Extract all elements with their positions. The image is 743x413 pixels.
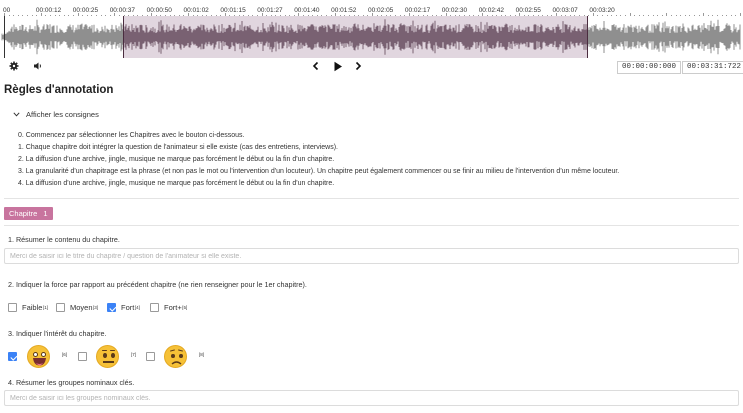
chapter-number: 1	[43, 209, 48, 218]
gear-icon[interactable]	[9, 61, 19, 75]
option-label: Faible	[22, 303, 43, 312]
option-moyen[interactable]: Moyen [3]	[56, 303, 98, 312]
timeline-tick-label: 00:00:12	[35, 7, 62, 14]
question-1-label: 1. Résumer le contenu du chapitre.	[8, 235, 120, 244]
total-time-display: 00:03:31:722	[682, 61, 743, 74]
option-sup: [1]	[42, 305, 48, 310]
option-sup: [6]	[62, 352, 68, 357]
show-instructions-label: Afficher les consignes	[26, 110, 99, 119]
chapter-button[interactable]: Chapitre 1	[4, 207, 53, 220]
audio-waveform[interactable]	[0, 16, 743, 58]
chapter-summary-input[interactable]	[4, 248, 739, 264]
timeline-ruler[interactable]: 00 00:00:12 00:00:25 00:00:37 00:00:50 00:01:…	[0, 0, 743, 17]
question-3-label: 3. Indiquer l'intérêt du chapitre.	[8, 329, 107, 338]
player-controls: 00:00:00:000 00:03:31:722	[0, 60, 743, 76]
speaker-icon[interactable]	[33, 61, 43, 75]
current-time-display: 00:00:00:000	[617, 61, 682, 74]
playback-cursor[interactable]	[4, 16, 5, 58]
option-label: Moyen	[70, 303, 93, 312]
chapter-label: Chapitre	[9, 209, 38, 218]
neutral-face-icon	[96, 345, 119, 368]
instruction-item: 1. Chaque chapitre doit intégrer la ques…	[18, 144, 339, 151]
play-icon[interactable]	[333, 61, 343, 76]
option-sup: [7]	[131, 352, 137, 357]
option-sup: [4]	[134, 305, 140, 310]
option-fort-plus[interactable]: Fort+ [5]	[150, 303, 187, 312]
smiling-face-icon	[27, 345, 50, 368]
checkbox-fort-plus[interactable]	[150, 303, 159, 312]
chevron-right-icon[interactable]	[354, 61, 362, 75]
option-fort[interactable]: Fort [4]	[107, 303, 140, 312]
question-4-label: 4. Résumer les groupes nominaux clés.	[8, 378, 135, 387]
checkbox-fort[interactable]	[107, 303, 116, 312]
question-2-label: 2. Indiquer la force par rapport au préc…	[8, 280, 307, 289]
instruction-item: 3. La granularité d'un chapitrage est la…	[18, 168, 620, 175]
page-title: Règles d'annotation	[4, 84, 114, 96]
checkbox-interest-high[interactable]	[8, 352, 17, 361]
option-faible[interactable]: Faible [1]	[8, 303, 48, 312]
chevron-left-icon[interactable]	[312, 61, 320, 75]
option-sup: [8]	[199, 352, 205, 357]
option-label: Fort+	[164, 303, 182, 312]
timeline-tick-label: 00:00:25	[72, 7, 99, 14]
instruction-item: 2. La diffusion d'une archive, jingle, m…	[18, 156, 335, 163]
instruction-item: 0. Commencez par sélectionner les Chapit…	[18, 132, 245, 139]
instruction-item: 4. La diffusion d'une archive, jingle, m…	[18, 180, 335, 187]
checkbox-interest-low[interactable]	[146, 352, 155, 361]
key-noun-groups-input[interactable]	[4, 390, 739, 406]
option-sup: [3]	[93, 305, 99, 310]
chevron-down-icon	[13, 110, 20, 119]
checkbox-moyen[interactable]	[56, 303, 65, 312]
chapter-region[interactable]	[123, 16, 588, 58]
checkbox-faible[interactable]	[8, 303, 17, 312]
divider	[4, 198, 739, 199]
show-instructions-toggle[interactable]: Afficher les consignes	[13, 110, 99, 119]
frowning-face-icon	[164, 345, 187, 368]
divider	[4, 225, 739, 226]
option-label: Fort	[121, 303, 135, 312]
checkbox-interest-medium[interactable]	[78, 352, 87, 361]
option-sup: [5]	[182, 305, 188, 310]
